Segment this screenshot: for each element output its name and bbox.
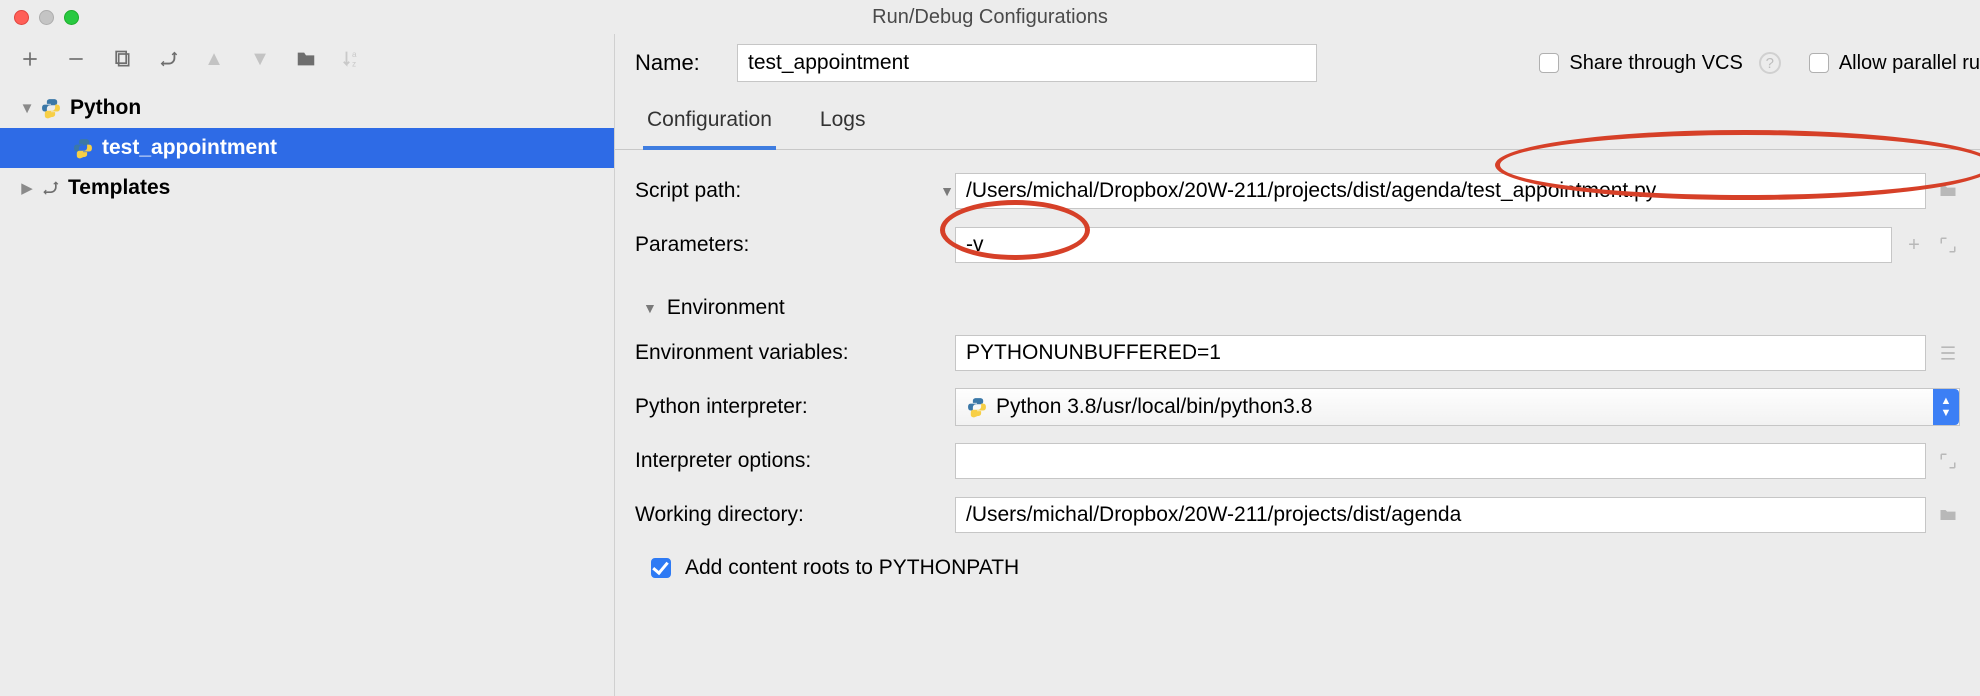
run-debug-configurations-window: Run/Debug Configurations ▲ ▼ az ▼ Python <box>0 0 1980 696</box>
select-arrows-icon: ▲▼ <box>1933 389 1959 425</box>
parameters-value: -v <box>966 233 984 257</box>
tab-logs[interactable]: Logs <box>816 96 870 149</box>
tabs: Configuration Logs <box>615 96 1980 150</box>
interp-options-input[interactable] <box>955 443 1926 479</box>
parameters-label: Parameters: <box>635 233 955 257</box>
left-pane: ▲ ▼ az ▼ Python test_appointment ▶ <box>0 34 615 696</box>
checkbox-box <box>1809 53 1829 73</box>
name-label: Name: <box>615 50 737 76</box>
script-path-label: Script path: ▼ <box>635 179 955 203</box>
remove-config-icon[interactable] <box>64 47 88 71</box>
svg-text:z: z <box>352 59 356 68</box>
env-vars-value: PYTHONUNBUFFERED=1 <box>966 341 1221 365</box>
configuration-form: Script path: ▼ /Users/michal/Dropbox/20W… <box>615 150 1980 580</box>
interpreter-row: Python interpreter: Python 3.8 /usr/loca… <box>615 380 1980 434</box>
tree-label: Templates <box>68 176 170 200</box>
script-path-input[interactable]: /Users/michal/Dropbox/20W-211/projects/d… <box>955 173 1926 209</box>
list-icon[interactable] <box>1936 341 1960 365</box>
config-toolbar: ▲ ▼ az <box>0 34 614 84</box>
tree-node-python[interactable]: ▼ Python <box>0 88 614 128</box>
window-title: Run/Debug Configurations <box>0 6 1980 29</box>
titlebar: Run/Debug Configurations <box>0 0 1980 34</box>
env-vars-label: Environment variables: <box>635 341 955 365</box>
parameters-row: Parameters: -v + <box>615 218 1980 272</box>
tree-label: Python <box>70 96 141 120</box>
plus-icon[interactable]: + <box>1902 233 1926 257</box>
right-pane: Name: Share through VCS ? Allow parallel… <box>615 34 1980 696</box>
script-path-value: /Users/michal/Dropbox/20W-211/projects/d… <box>966 179 1656 203</box>
chevron-down-icon: ▼ <box>643 300 657 316</box>
interpreter-select[interactable]: Python 3.8 /usr/local/bin/python3.8 ▲▼ <box>955 388 1960 426</box>
tree-label: test_appointment <box>102 136 277 160</box>
tab-configuration[interactable]: Configuration <box>643 96 776 150</box>
interp-options-label: Interpreter options: <box>635 449 955 473</box>
move-up-icon[interactable]: ▲ <box>202 47 226 71</box>
script-path-row: Script path: ▼ /Users/michal/Dropbox/20W… <box>615 164 1980 218</box>
share-vcs-checkbox[interactable]: Share through VCS ? <box>1539 52 1780 75</box>
python-icon <box>966 396 988 418</box>
window-body: ▲ ▼ az ▼ Python test_appointment ▶ <box>0 34 1980 696</box>
help-icon[interactable]: ? <box>1759 52 1781 74</box>
config-tree[interactable]: ▼ Python test_appointment ▶ Templates <box>0 84 614 208</box>
folder-icon[interactable] <box>294 47 318 71</box>
share-vcs-label: Share through VCS <box>1569 52 1742 75</box>
add-config-icon[interactable] <box>18 47 42 71</box>
move-down-icon[interactable]: ▼ <box>248 47 272 71</box>
interp-options-row: Interpreter options: <box>615 434 1980 488</box>
tree-node-templates[interactable]: ▶ Templates <box>0 168 614 208</box>
env-vars-input[interactable]: PYTHONUNBUFFERED=1 <box>955 335 1926 371</box>
tree-node-test-appointment[interactable]: test_appointment <box>0 128 614 168</box>
working-dir-row: Working directory: /Users/michal/Dropbox… <box>615 488 1980 542</box>
working-dir-label: Working directory: <box>635 503 955 527</box>
sort-az-icon[interactable]: az <box>340 47 364 71</box>
allow-parallel-checkbox[interactable]: Allow parallel ru <box>1809 52 1980 75</box>
wrench-icon <box>40 178 60 198</box>
name-row: Name: Share through VCS ? Allow parallel… <box>615 44 1980 96</box>
edit-defaults-icon[interactable] <box>156 47 180 71</box>
expand-icon[interactable] <box>1936 233 1960 257</box>
environment-section-label: Environment <box>667 296 785 320</box>
env-vars-row: Environment variables: PYTHONUNBUFFERED=… <box>615 326 1980 380</box>
expand-icon[interactable] <box>1936 449 1960 473</box>
name-extras: Share through VCS ? Allow parallel ru <box>1539 52 1980 75</box>
svg-text:a: a <box>352 50 357 59</box>
chevron-down-icon[interactable]: ▼ <box>939 183 955 199</box>
environment-section-header[interactable]: ▼ Environment <box>615 272 1980 326</box>
interpreter-label: Python interpreter: <box>635 395 955 419</box>
name-input[interactable] <box>737 44 1317 82</box>
checkbox-box <box>1539 53 1559 73</box>
working-dir-value: /Users/michal/Dropbox/20W-211/projects/d… <box>966 503 1461 527</box>
parameters-input[interactable]: -v <box>955 227 1892 263</box>
add-content-roots-row[interactable]: Add content roots to PYTHONPATH <box>615 542 1980 580</box>
allow-parallel-label: Allow parallel ru <box>1839 52 1980 75</box>
folder-browse-icon[interactable] <box>1936 179 1960 203</box>
disclosure-triangle-icon[interactable]: ▶ <box>18 179 36 197</box>
add-content-roots-label: Add content roots to PYTHONPATH <box>685 556 1019 580</box>
python-icon <box>72 137 94 159</box>
python-icon <box>40 97 62 119</box>
interpreter-path: /usr/local/bin/python3.8 <box>1096 395 1312 419</box>
working-dir-input[interactable]: /Users/michal/Dropbox/20W-211/projects/d… <box>955 497 1926 533</box>
checkbox-box <box>651 558 671 578</box>
disclosure-triangle-icon[interactable]: ▼ <box>18 100 36 117</box>
interpreter-value: Python 3.8 <box>996 395 1096 419</box>
folder-browse-icon[interactable] <box>1936 503 1960 527</box>
copy-config-icon[interactable] <box>110 47 134 71</box>
